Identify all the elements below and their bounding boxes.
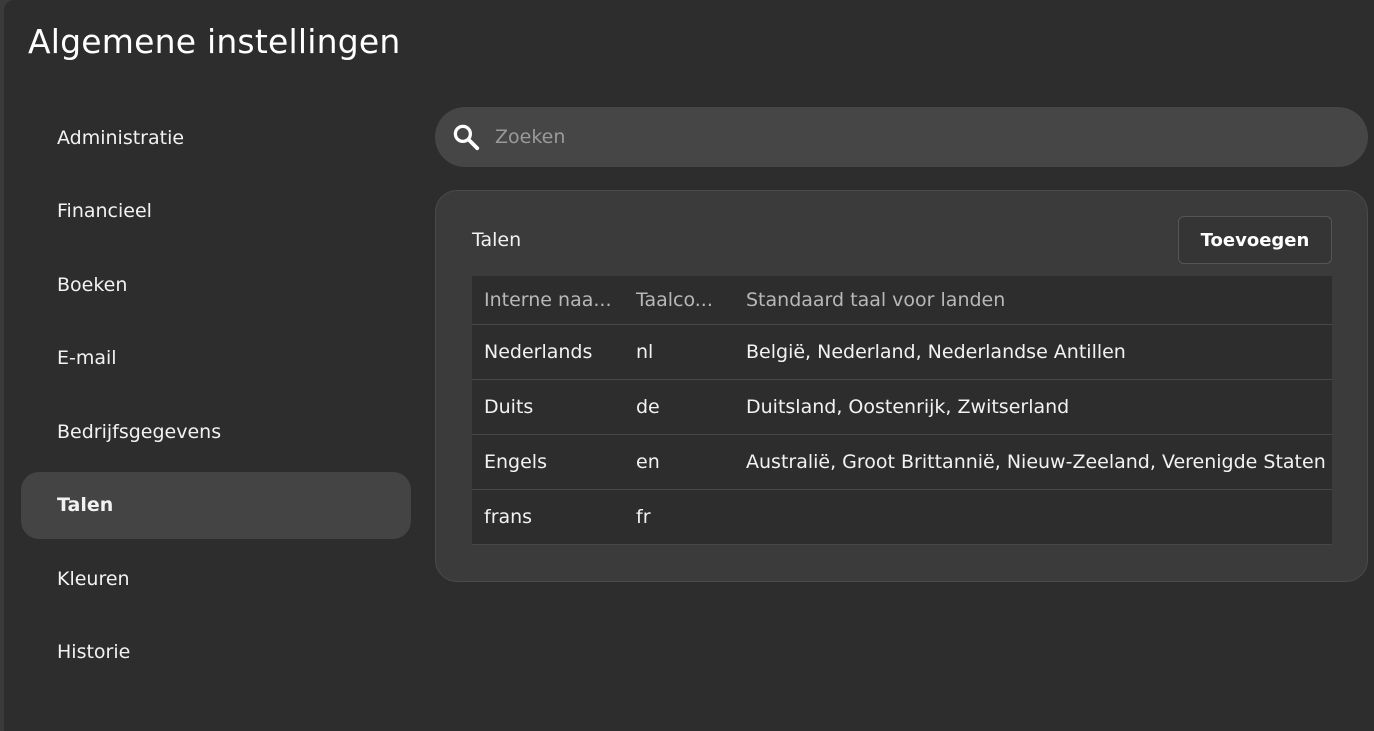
sidebar-item-label: Administratie <box>57 126 185 149</box>
table-row[interactable]: Engels en Australië, Groot Brittannië, N… <box>472 435 1332 490</box>
cell-internal-name: Nederlands <box>484 341 593 363</box>
cell-default-countries: Duitsland, Oostenrijk, Zwitserland <box>746 396 1070 418</box>
column-header-default-countries[interactable]: Standaard taal voor landen <box>734 289 1332 311</box>
cell-language-code: en <box>636 451 660 473</box>
sidebar-item-kleuren[interactable]: Kleuren <box>21 545 411 612</box>
table-header-row: Interne naa... Taalco... Standaard taal … <box>472 276 1332 325</box>
table-row[interactable]: Duits de Duitsland, Oostenrijk, Zwitserl… <box>472 380 1332 435</box>
cell-language-code: de <box>636 396 660 418</box>
sidebar-item-historie[interactable]: Historie <box>21 619 411 686</box>
sidebar-item-label: Kleuren <box>57 567 130 590</box>
sidebar-item-administratie[interactable]: Administratie <box>21 104 411 171</box>
cell-internal-name: Engels <box>484 451 547 473</box>
cell-default-countries: Australië, Groot Brittannië, Nieuw-Zeela… <box>746 451 1326 473</box>
languages-card: Talen Toevoegen Interne naa... Taalco...… <box>435 190 1368 582</box>
sidebar-item-bedrijfsgegevens[interactable]: Bedrijfsgegevens <box>21 398 411 465</box>
languages-table: Interne naa... Taalco... Standaard taal … <box>472 276 1332 545</box>
column-header-language-code[interactable]: Taalco... <box>624 289 734 311</box>
sidebar-item-email[interactable]: E-mail <box>21 325 411 392</box>
sidebar-item-talen[interactable]: Talen <box>21 471 411 539</box>
search-bar[interactable] <box>435 107 1368 167</box>
sidebar-item-label: Boeken <box>57 273 128 296</box>
sidebar-item-boeken[interactable]: Boeken <box>21 251 411 318</box>
cell-internal-name: Duits <box>484 396 534 418</box>
sidebar-item-label: E-mail <box>57 347 117 369</box>
add-language-button[interactable]: Toevoegen <box>1178 216 1332 264</box>
sidebar-item-label: Historie <box>57 641 131 663</box>
search-input[interactable] <box>495 117 1368 157</box>
search-icon[interactable] <box>451 122 481 152</box>
cell-language-code: nl <box>636 341 654 363</box>
card-title: Talen <box>472 229 522 251</box>
cell-default-countries: België, Nederland, Nederlandse Antillen <box>746 341 1126 363</box>
column-header-internal-name[interactable]: Interne naa... <box>472 289 624 311</box>
table-row[interactable]: Nederlands nl België, Nederland, Nederla… <box>472 325 1332 380</box>
cell-language-code: fr <box>636 506 651 528</box>
sidebar: Administratie Financieel Boeken E-mail B… <box>21 104 411 692</box>
cell-internal-name: frans <box>484 506 533 528</box>
page-title: Algemene instellingen <box>28 22 401 61</box>
sidebar-item-label: Bedrijfsgegevens <box>57 420 222 443</box>
sidebar-item-label: Financieel <box>57 200 152 222</box>
sidebar-item-financieel[interactable]: Financieel <box>21 178 411 245</box>
table-row[interactable]: frans fr <box>472 490 1332 545</box>
settings-window: Algemene instellingen Administratie Fina… <box>4 0 1374 731</box>
sidebar-item-label: Talen <box>57 494 114 516</box>
